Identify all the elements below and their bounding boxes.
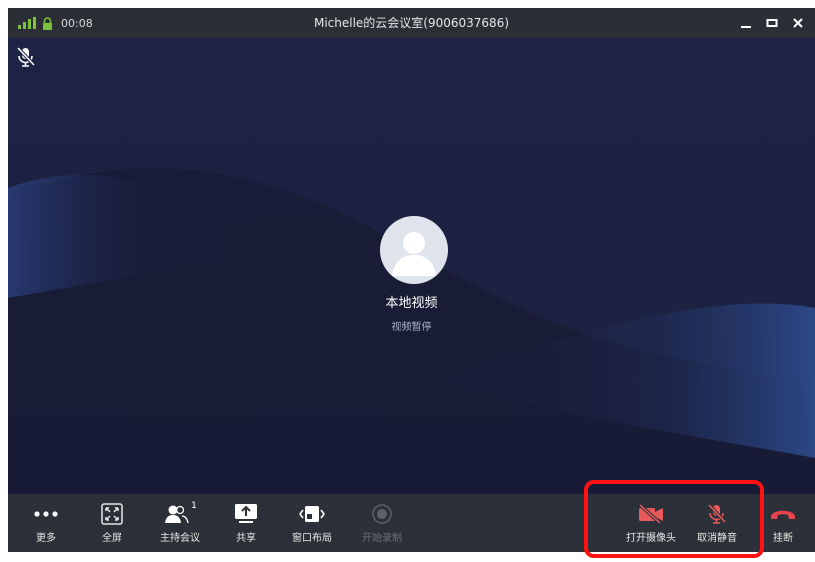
start-recording-button[interactable]: 开始录制 — [352, 500, 412, 544]
participant-count: 1 — [191, 501, 197, 511]
call-toolbar: 更多 全屏 1 主持会议 共享 窗口布局 开始录制 打开摄像头 取消静音 挂断 — [8, 494, 815, 552]
hang-up-button[interactable]: 挂断 — [756, 500, 810, 544]
hang-up-label: 挂断 — [773, 533, 793, 544]
open-camera-label: 打开摄像头 — [626, 533, 676, 544]
hang-up-phone-icon — [756, 500, 810, 528]
start-recording-label: 开始录制 — [362, 533, 402, 544]
window-layout-label: 窗口布局 — [292, 533, 332, 544]
meeting-window: 00:08 Michelle的云会议室(9006037686) 本地视频 视频暂… — [8, 8, 815, 552]
unmute-label: 取消静音 — [697, 533, 737, 544]
participant-name: 本地视频 — [385, 296, 438, 311]
open-camera-button[interactable]: 打开摄像头 — [621, 500, 681, 544]
participants-icon: 1 — [150, 500, 210, 528]
more-button[interactable]: 更多 — [16, 500, 76, 544]
video-status: 视频暂停 — [391, 322, 432, 333]
unmute-button[interactable]: 取消静音 — [687, 500, 747, 544]
share-screen-icon — [216, 500, 276, 528]
host-meeting-button[interactable]: 1 主持会议 — [150, 500, 210, 544]
minimize-button[interactable] — [733, 8, 759, 38]
more-label: 更多 — [36, 533, 56, 544]
close-button[interactable] — [785, 8, 811, 38]
more-dots-icon — [16, 500, 76, 528]
fullscreen-label: 全屏 — [102, 533, 122, 544]
fullscreen-button[interactable]: 全屏 — [82, 500, 142, 544]
window-title: Michelle的云会议室(9006037686) — [313, 16, 510, 30]
fullscreen-icon — [82, 500, 142, 528]
camera-off-icon — [621, 500, 681, 528]
avatar — [380, 216, 448, 284]
record-icon — [352, 500, 412, 528]
host-meeting-label: 主持会议 — [160, 533, 200, 544]
mic-muted-icon — [687, 500, 747, 528]
mic-muted-indicator-icon — [16, 46, 36, 72]
video-stage: 本地视频 视频暂停 — [8, 38, 815, 494]
window-layout-button[interactable]: 窗口布局 — [282, 500, 342, 544]
maximize-button[interactable] — [759, 8, 785, 38]
layout-icon — [282, 500, 342, 528]
share-label: 共享 — [236, 533, 256, 544]
window-controls — [733, 8, 811, 38]
share-button[interactable]: 共享 — [216, 500, 276, 544]
title-bar: 00:08 Michelle的云会议室(9006037686) — [8, 8, 815, 38]
